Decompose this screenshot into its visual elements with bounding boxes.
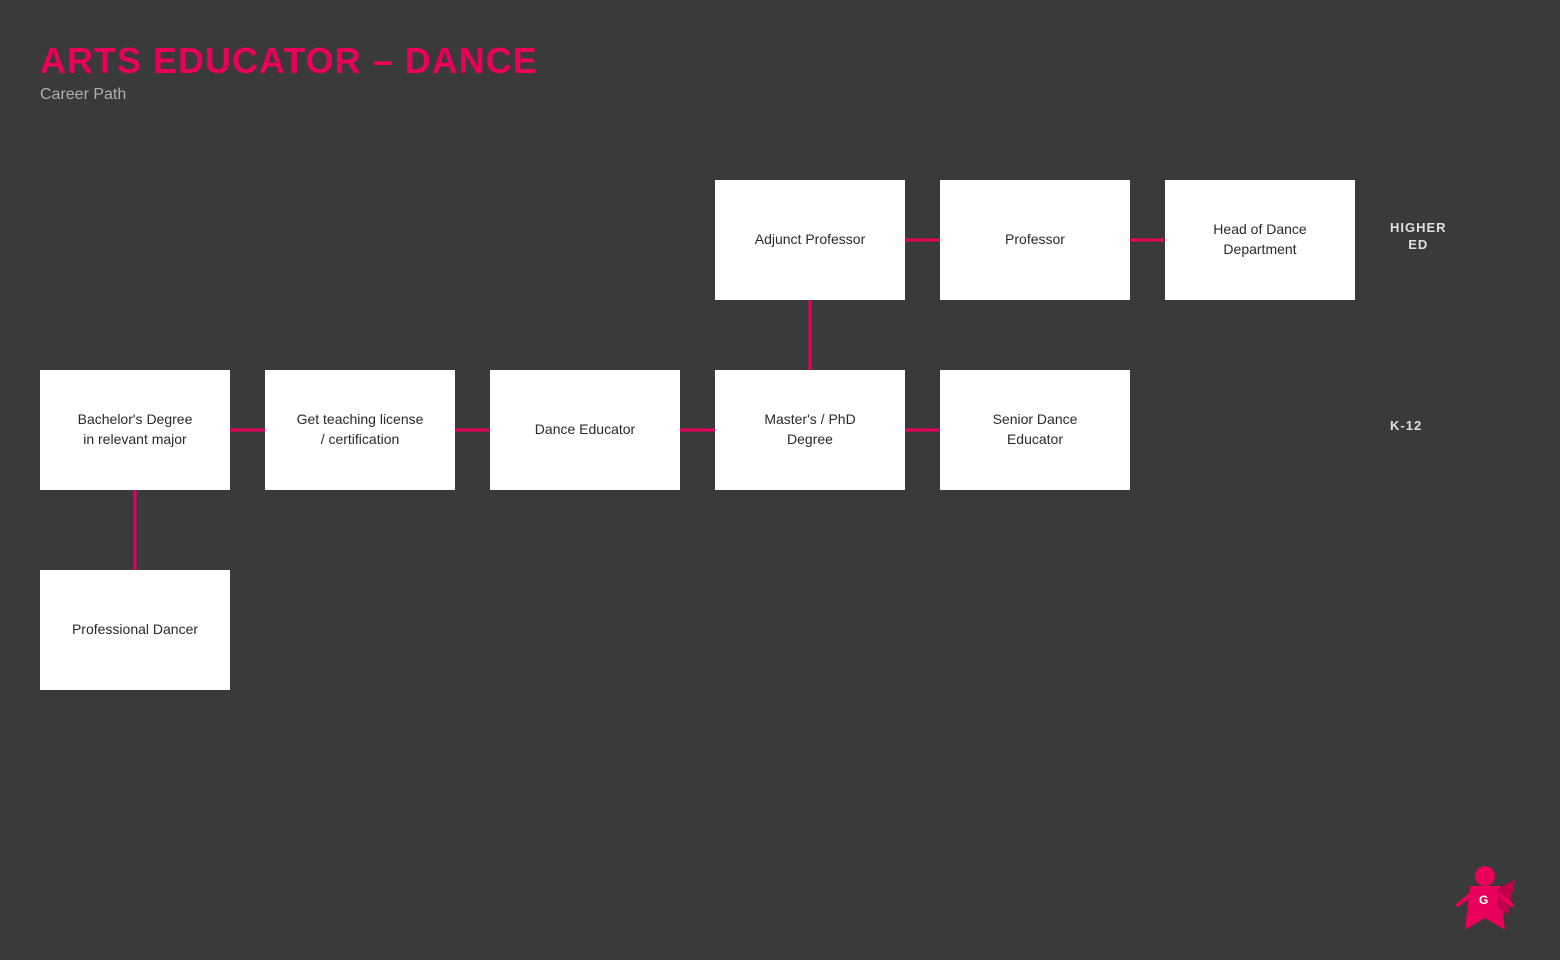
card-bachelor: Bachelor's Degreein relevant major: [40, 370, 230, 490]
card-teaching-license-label: Get teaching license/ certification: [297, 410, 424, 449]
card-dance-educator: Dance Educator: [490, 370, 680, 490]
card-masters-phd: Master's / PhDDegree: [715, 370, 905, 490]
label-higher-ed: HIGHERED: [1390, 220, 1447, 254]
label-k12: K-12: [1390, 418, 1422, 433]
page-subtitle: Career Path: [40, 86, 538, 104]
page-title: ARTS EDUCATOR – DANCE: [40, 40, 538, 82]
card-adjunct-professor-label: Adjunct Professor: [755, 230, 866, 250]
card-dance-educator-label: Dance Educator: [535, 420, 635, 440]
card-professor-label: Professor: [1005, 230, 1065, 250]
card-professional-dancer: Professional Dancer: [40, 570, 230, 690]
header: ARTS EDUCATOR – DANCE Career Path: [40, 40, 538, 104]
card-masters-phd-label: Master's / PhDDegree: [764, 410, 855, 449]
card-head-of-dance: Head of DanceDepartment: [1165, 180, 1355, 300]
card-teaching-license: Get teaching license/ certification: [265, 370, 455, 490]
card-head-of-dance-label: Head of DanceDepartment: [1213, 220, 1306, 259]
card-bachelor-label: Bachelor's Degreein relevant major: [78, 410, 193, 449]
card-adjunct-professor: Adjunct Professor: [715, 180, 905, 300]
hero-svg: G: [1450, 860, 1520, 940]
card-professor: Professor: [940, 180, 1130, 300]
card-professional-dancer-label: Professional Dancer: [72, 620, 198, 640]
hero-logo: G: [1450, 860, 1520, 930]
card-senior-dance-educator-label: Senior DanceEducator: [993, 410, 1078, 449]
card-senior-dance-educator: Senior DanceEducator: [940, 370, 1130, 490]
svg-text:G: G: [1479, 893, 1488, 907]
career-diagram: Bachelor's Degreein relevant major Profe…: [0, 140, 1560, 920]
